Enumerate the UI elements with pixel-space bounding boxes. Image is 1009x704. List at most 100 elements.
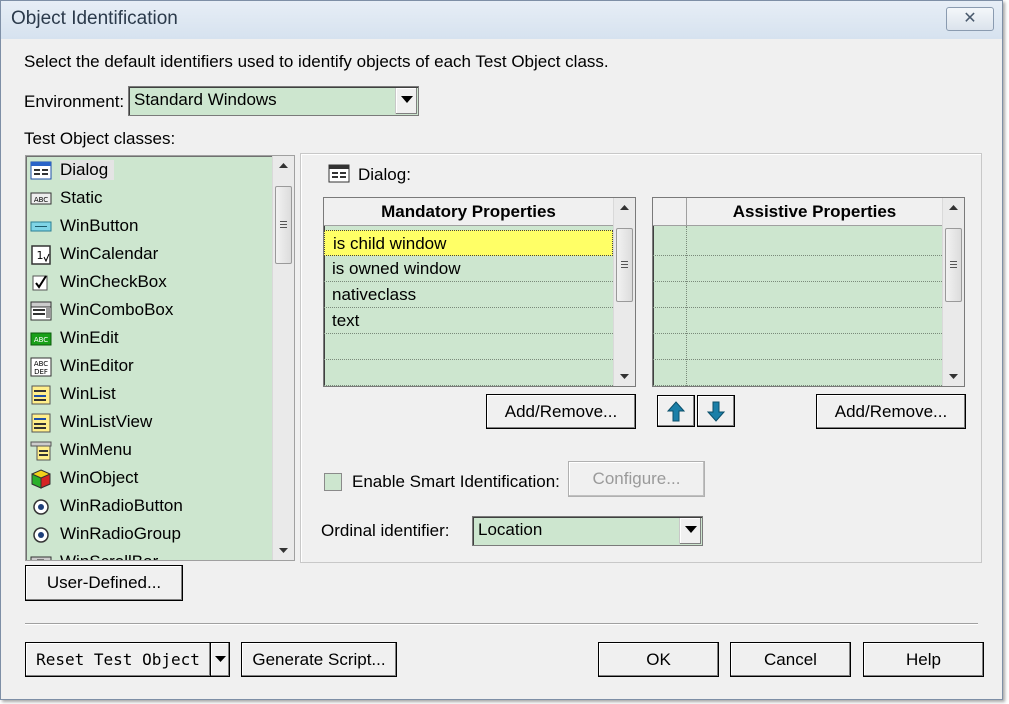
list-item[interactable]: WinRadioGroup xyxy=(30,522,270,548)
table-row[interactable] xyxy=(653,282,942,308)
list-item-label: WinButton xyxy=(60,216,139,235)
chevron-down-icon[interactable] xyxy=(395,88,417,114)
scroll-down-icon[interactable] xyxy=(943,366,964,386)
property-cell: nativeclass xyxy=(332,285,417,304)
property-cell: is owned window xyxy=(332,259,461,278)
chevron-down-icon xyxy=(215,656,226,662)
assistive-properties-grid[interactable]: Assistive Properties xyxy=(652,197,965,387)
checkbox-icon xyxy=(32,275,48,291)
list-item-label: WinCalendar xyxy=(60,244,159,263)
list-item[interactable]: ABC WinEdit xyxy=(30,326,270,352)
dialog-icon xyxy=(30,161,52,180)
move-up-button[interactable] xyxy=(657,395,695,427)
list-item-label: WinMenu xyxy=(60,440,132,459)
scroll-up-icon[interactable] xyxy=(943,198,964,218)
table-row[interactable]: is owned window xyxy=(324,256,613,282)
scroll-thumb[interactable] xyxy=(275,186,292,264)
environment-value: Standard Windows xyxy=(134,90,277,109)
list-item[interactable]: ABC DEF WinEditor xyxy=(30,354,270,380)
list-item[interactable]: Dialog xyxy=(30,158,270,184)
menu-icon xyxy=(30,441,52,461)
properties-group: Dialog: Mandatory Properties is child wi… xyxy=(300,153,982,563)
cancel-button[interactable]: Cancel xyxy=(730,642,851,677)
scroll-up-icon[interactable] xyxy=(273,156,294,176)
scroll-up-icon[interactable] xyxy=(614,198,635,218)
window-title: Object Identification xyxy=(11,8,178,29)
list-item-label: WinObject xyxy=(60,468,139,487)
dialog-icon xyxy=(328,164,350,183)
ordinal-identifier-value: Location xyxy=(478,520,543,539)
svg-text:ABC: ABC xyxy=(34,336,48,344)
reset-test-object-button[interactable]: Reset Test Object xyxy=(25,642,211,677)
list-item-label: WinScrollBar xyxy=(60,552,158,560)
svg-text:1: 1 xyxy=(37,249,44,262)
table-row[interactable] xyxy=(653,334,942,360)
arrow-up-icon xyxy=(667,401,685,422)
list-item-label: Dialog xyxy=(60,160,115,180)
arrow-down-icon xyxy=(707,401,725,422)
table-row[interactable] xyxy=(653,230,942,256)
table-row[interactable] xyxy=(324,334,613,360)
scroll-thumb[interactable] xyxy=(945,228,962,302)
generate-script-button[interactable]: Generate Script... xyxy=(241,642,397,677)
scroll-thumb[interactable] xyxy=(616,228,633,302)
mandatory-scrollbar[interactable] xyxy=(613,198,635,386)
list-item[interactable]: 1 WinCalendar xyxy=(30,242,270,268)
ordinal-identifier-label: Ordinal identifier: xyxy=(321,521,450,540)
table-row[interactable]: nativeclass xyxy=(324,282,613,308)
chevron-down-icon[interactable] xyxy=(679,518,701,544)
close-button[interactable]: ✕ xyxy=(946,7,994,31)
table-row[interactable] xyxy=(653,308,942,334)
list-item[interactable]: ABC Static xyxy=(30,186,270,212)
assistive-scrollbar[interactable] xyxy=(942,198,964,386)
mandatory-properties-grid[interactable]: Mandatory Properties is child window is … xyxy=(323,197,636,387)
title-bar: Object Identification ✕ xyxy=(1,1,1002,39)
assistive-add-remove-button[interactable]: Add/Remove... xyxy=(816,394,966,429)
ok-button[interactable]: OK xyxy=(598,642,719,677)
mandatory-add-remove-button[interactable]: Add/Remove... xyxy=(486,394,636,429)
ordinal-identifier-select[interactable]: Location xyxy=(472,516,703,546)
classes-scrollbar[interactable] xyxy=(272,156,294,560)
static-icon: ABC xyxy=(30,192,52,205)
list-item[interactable]: WinRadioButton xyxy=(30,494,270,520)
assistive-properties-header: Assistive Properties xyxy=(687,198,942,226)
list-item[interactable]: WinButton xyxy=(30,214,270,240)
move-down-button[interactable] xyxy=(697,395,735,427)
list-item[interactable]: WinScrollBar xyxy=(30,550,270,560)
close-icon: ✕ xyxy=(963,10,977,27)
svg-text:ABC: ABC xyxy=(34,196,48,204)
list-item[interactable]: WinList xyxy=(30,382,270,408)
edit-icon: ABC xyxy=(30,332,52,346)
user-defined-button[interactable]: User-Defined... xyxy=(25,565,183,601)
list-item-label: WinEditor xyxy=(60,356,134,375)
property-cell: text xyxy=(332,311,360,330)
list-item-label: WinRadioButton xyxy=(60,496,183,515)
table-row[interactable] xyxy=(653,256,942,282)
table-row[interactable]: is child window xyxy=(324,230,613,256)
list-item[interactable]: WinListView xyxy=(30,410,270,436)
list-item-label: WinList xyxy=(60,384,116,403)
list-item[interactable]: WinComboBox xyxy=(30,298,270,324)
list-item-label: WinListView xyxy=(60,412,153,431)
test-object-classes-list[interactable]: Dialog ABC Static WinButton 1 WinCalenda… xyxy=(25,155,295,561)
reset-dropdown-button[interactable] xyxy=(210,642,230,677)
smart-identification-checkbox[interactable] xyxy=(324,473,342,491)
dialog-client-area: Select the default identifiers used to i… xyxy=(7,39,996,693)
list-item[interactable]: WinObject xyxy=(30,466,270,492)
footer-separator xyxy=(25,623,978,625)
combobox-icon xyxy=(30,301,52,321)
table-row[interactable] xyxy=(324,360,613,386)
scroll-down-icon[interactable] xyxy=(614,366,635,386)
environment-select[interactable]: Standard Windows xyxy=(128,86,419,116)
configure-button[interactable]: Configure... xyxy=(568,461,705,497)
scrollbar-icon xyxy=(30,556,52,560)
list-item-label: WinEdit xyxy=(60,328,119,347)
table-row[interactable] xyxy=(653,360,942,386)
help-button[interactable]: Help xyxy=(863,642,984,677)
calendar-icon: 1 xyxy=(31,245,51,265)
table-row[interactable]: text xyxy=(324,308,613,334)
list-item[interactable]: WinCheckBox xyxy=(30,270,270,296)
scroll-down-icon[interactable] xyxy=(273,540,294,560)
button-icon xyxy=(30,221,52,232)
list-item[interactable]: WinMenu xyxy=(30,438,270,464)
